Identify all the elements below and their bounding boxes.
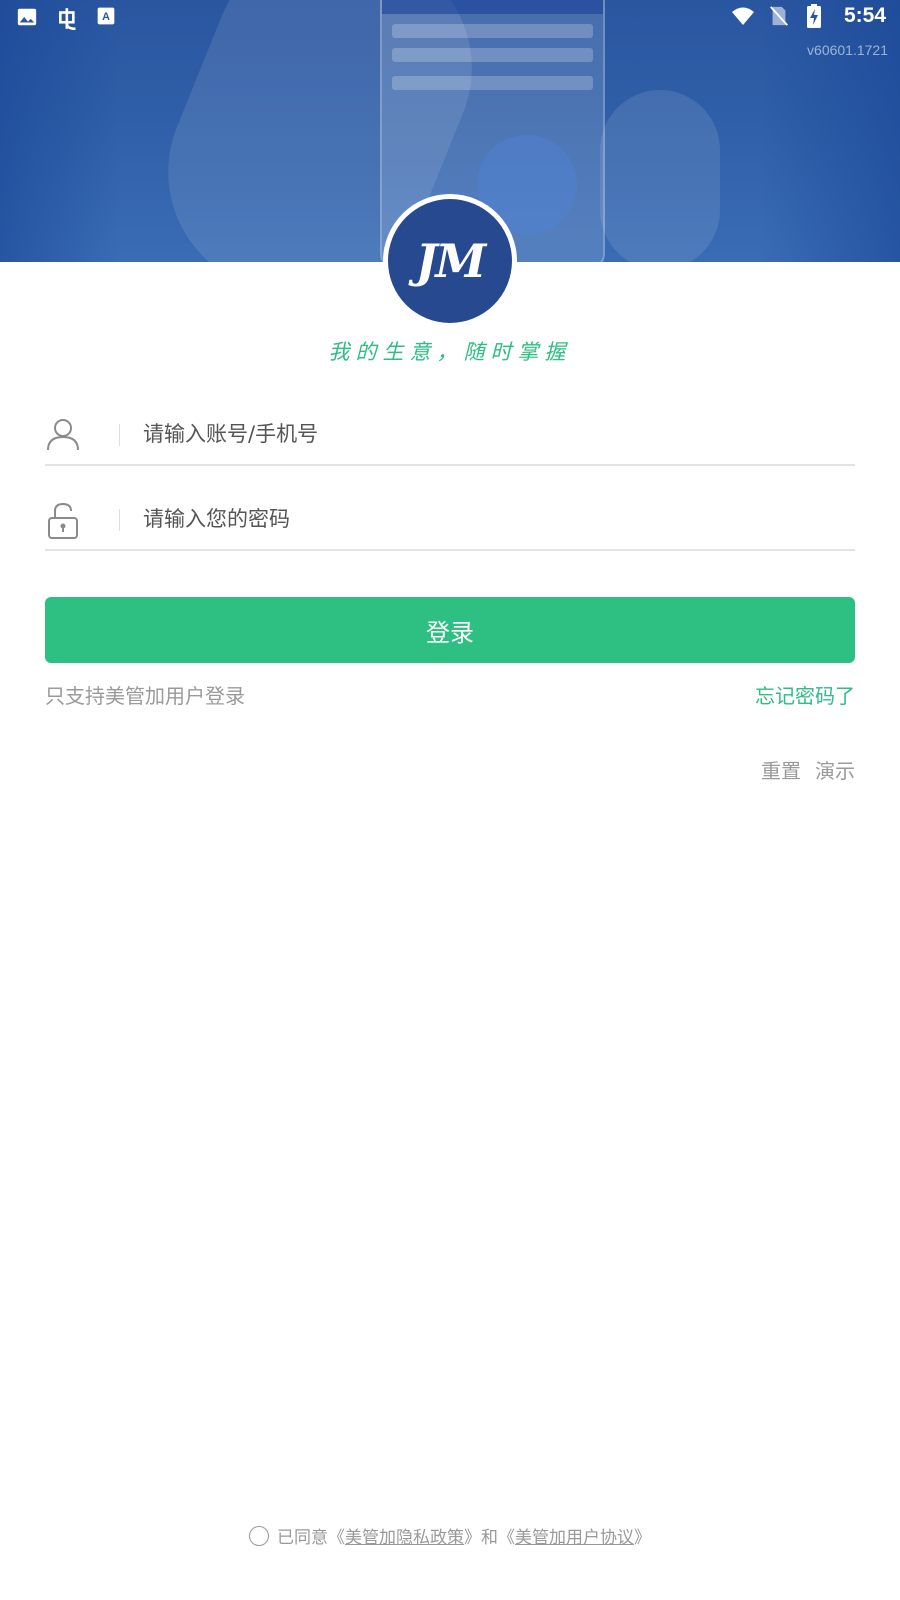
status-bar: A 5:54	[0, 0, 900, 36]
text-recognition-icon: A	[96, 6, 120, 30]
image-icon	[16, 6, 40, 30]
bracket-open: 《	[498, 1528, 515, 1548]
demo-button[interactable]: 演示	[815, 755, 855, 784]
logo-circle: JM	[388, 199, 512, 323]
svg-text:A: A	[102, 11, 110, 23]
lock-icon	[45, 501, 81, 539]
forgot-password-link[interactable]: 忘记密码了	[755, 680, 855, 709]
logo-text: JM	[415, 234, 487, 288]
no-sim-icon	[768, 4, 792, 28]
field-separator	[119, 509, 120, 531]
bracket-close: 》	[464, 1528, 481, 1548]
account-input[interactable]: 请输入账号/手机号	[143, 418, 318, 448]
password-input[interactable]: 请输入您的密码	[143, 503, 290, 533]
app-version: v60601.1721	[807, 42, 888, 58]
app-logo: JM	[383, 194, 517, 328]
user-icon	[45, 416, 81, 452]
wifi-icon	[730, 4, 754, 28]
agreement-prefix: 已同意	[277, 1528, 328, 1548]
password-field[interactable]: 请输入您的密码	[45, 489, 855, 551]
login-button[interactable]: 登录	[45, 597, 855, 663]
bracket-close: 》	[634, 1528, 651, 1548]
slogan: 我的生意，随时掌握	[328, 340, 572, 364]
support-hint: 只支持美管加用户登录	[45, 684, 245, 708]
bracket-open: 《	[328, 1528, 345, 1548]
bug-icon	[56, 6, 80, 31]
secondary-links: 重置 演示	[761, 755, 855, 784]
agreement-row: 已同意 《 美管加隐私政策 》 和 《 美管加用户协议 》	[0, 1523, 900, 1548]
user-agreement-link[interactable]: 美管加用户协议	[515, 1523, 634, 1548]
account-field[interactable]: 请输入账号/手机号	[45, 404, 855, 466]
privacy-policy-link[interactable]: 美管加隐私政策	[345, 1523, 464, 1548]
field-separator	[119, 424, 120, 446]
reset-button[interactable]: 重置	[761, 755, 801, 784]
banner-hand-shape-right	[600, 90, 720, 262]
agreement-and: 和	[481, 1528, 498, 1548]
agreement-checkbox[interactable]	[249, 1525, 269, 1546]
status-time: 5:54	[843, 4, 886, 27]
battery-charging-icon	[806, 4, 830, 28]
